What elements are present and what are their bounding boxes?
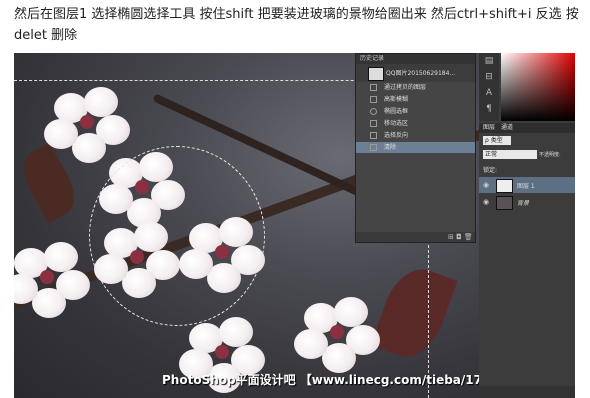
blend-mode-select[interactable]: 正常: [483, 150, 537, 159]
history-item[interactable]: 高斯模糊: [356, 94, 475, 105]
layer-thumbnail: [496, 196, 513, 210]
layer-row-layer1[interactable]: ◉ 图层 1: [479, 177, 575, 193]
lock-label: 锁定:: [483, 167, 498, 174]
history-panel: 历史记录 QQ图片20150629184... 通过拷贝的图层 高斯模糊 椭圆选…: [355, 53, 476, 243]
kind-filter-select[interactable]: ρ 类型: [483, 136, 511, 145]
blend-row: 正常 不透明度:: [479, 149, 575, 161]
history-snapshot[interactable]: QQ图片20150629184...: [356, 64, 475, 82]
history-item[interactable]: 椭圆选框: [356, 106, 475, 117]
eye-icon[interactable]: ◉: [483, 181, 489, 189]
right-panels: ▤ ⊟ A ¶ 图层 通道 ρ 类型 正常 不透明度: 锁定: ◉ 图层 1 ◉…: [479, 53, 575, 398]
history-item[interactable]: 移动选区: [356, 118, 475, 129]
move-icon: [370, 120, 377, 127]
layer-name: 背景: [517, 200, 530, 207]
eye-icon[interactable]: ◉: [483, 198, 489, 206]
tab-layers[interactable]: 图层: [483, 124, 495, 131]
history-panel-title: 历史记录: [356, 54, 475, 64]
layer-name: 图层 1: [517, 183, 535, 190]
snapshot-label: QQ图片20150629184...: [386, 70, 456, 77]
photoshop-screenshot: PhotoShop平面设计吧 【www.linecg.com/tieba/178…: [14, 53, 575, 398]
watermark: PhotoShop平面设计吧 【www.linecg.com/tieba/178…: [162, 373, 479, 387]
opacity-label: 不透明度:: [539, 152, 561, 158]
history-item[interactable]: 选择反向: [356, 130, 475, 141]
document-canvas[interactable]: PhotoShop平面设计吧 【www.linecg.com/tieba/178…: [14, 53, 479, 398]
properties-panel-icon[interactable]: ⊟: [479, 69, 499, 85]
tab-channels[interactable]: 通道: [501, 124, 513, 131]
history-item[interactable]: 通过拷贝的图层: [356, 82, 475, 93]
instruction-text: 然后在图层1 选择椭圆选择工具 按住shift 把要装进玻璃的景物给圈出来 然后…: [14, 7, 579, 43]
layers-footer: [479, 386, 575, 398]
snapshot-thumbnail: [368, 67, 384, 81]
layer-copy-icon: [370, 84, 377, 91]
history-item-selected[interactable]: 清除: [356, 142, 475, 153]
history-footer-buttons[interactable]: ⊞ ◘ 🗑: [356, 232, 475, 242]
layers-tabs: 图层 通道: [479, 123, 575, 133]
ellipse-marquee-icon: [370, 108, 377, 115]
layer-row-background[interactable]: ◉ 背景: [479, 194, 575, 210]
color-picker[interactable]: [501, 53, 575, 121]
lock-row: 锁定:: [479, 163, 575, 175]
ellipse-selection[interactable]: [89, 146, 265, 326]
inverse-icon: [370, 132, 377, 139]
layer-thumbnail: [496, 179, 513, 193]
filter-icon: [370, 96, 377, 103]
character-panel-icon[interactable]: A: [479, 85, 499, 101]
eraser-icon: [370, 144, 377, 151]
paragraph-panel-icon[interactable]: ¶: [479, 101, 499, 117]
history-panel-icon[interactable]: ▤: [479, 53, 499, 69]
panel-icons: ▤ ⊟ A ¶: [479, 53, 499, 121]
layer-filter-row: ρ 类型: [479, 135, 575, 147]
